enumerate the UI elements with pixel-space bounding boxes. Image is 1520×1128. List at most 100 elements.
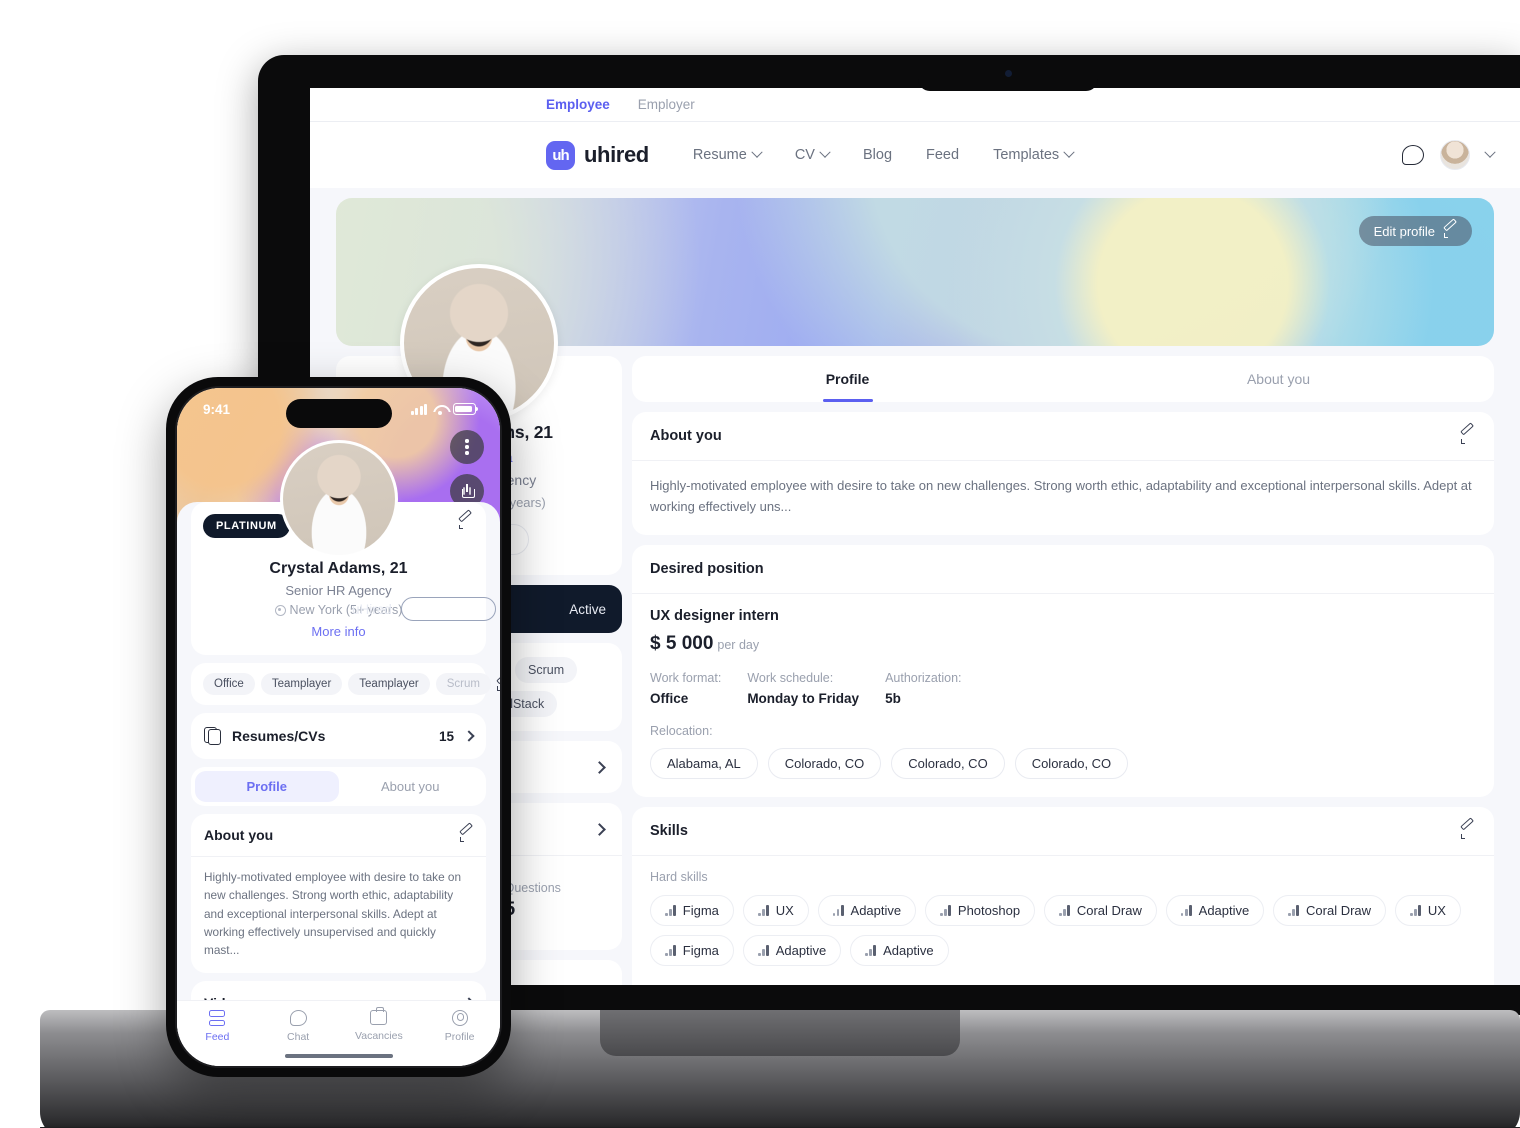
nav-templates[interactable]: Templates	[993, 146, 1075, 163]
audience-tab-employer[interactable]: Employer	[638, 97, 695, 112]
relocation-chip[interactable]: Alabama, AL	[650, 748, 758, 780]
mobile-tags-list: Office Teamplayer Teamplayer Scrum	[191, 663, 500, 705]
position-meta-grid: Work format: Office Work schedule: Monda…	[650, 671, 1476, 706]
edit-about-icon[interactable]	[1461, 429, 1476, 444]
bottom-nav-vacancies[interactable]: Vacancies	[339, 1006, 420, 1042]
position-pay-period: per day	[717, 638, 760, 653]
position-name: UX designer intern	[650, 608, 779, 625]
nav-blog[interactable]: Blog	[863, 147, 892, 163]
chevron-down-icon[interactable]	[1484, 146, 1496, 158]
mobile-resumes-row[interactable]: Resumes/CVs 15	[191, 713, 486, 759]
skill-chip[interactable]: Photoshop	[925, 895, 1036, 927]
relocation-label: Relocation:	[650, 724, 713, 739]
bottom-nav-feed[interactable]: Feed	[177, 1010, 258, 1043]
tab-profile[interactable]: Profile	[632, 356, 1063, 402]
location-pin-icon	[274, 604, 286, 616]
wifi-icon	[433, 404, 447, 415]
relocation-chip[interactable]: Colorado, CO	[891, 748, 1005, 780]
chat-icon	[289, 1010, 307, 1026]
nav-resume[interactable]: Resume	[693, 146, 763, 163]
mobile-about-text: Highly-motivated employee with desire to…	[204, 870, 462, 958]
nav-cv[interactable]: CV	[795, 146, 831, 163]
mobile-tab-about-you[interactable]: About you	[339, 771, 483, 802]
edit-profile-icon[interactable]	[459, 516, 472, 529]
audience-tab-employee[interactable]: Employee	[546, 97, 610, 112]
relocation-chip[interactable]: Colorado, CO	[767, 748, 882, 780]
more-options-button[interactable]	[450, 430, 484, 464]
skill-level-icon	[665, 945, 676, 957]
skill-chip[interactable]: Adaptive	[850, 935, 949, 967]
skill-chip[interactable]: UX	[742, 895, 809, 927]
video-questions-value: 5	[505, 899, 561, 921]
position-pay-value: $ 5 000	[650, 633, 714, 655]
edit-tags-icon[interactable]	[496, 678, 500, 691]
home-indicator	[284, 1053, 393, 1058]
nav-feed[interactable]: Feed	[926, 147, 959, 163]
tag-chip[interactable]: Office	[203, 673, 255, 695]
desired-position-body: UX designer intern $ 5 000 per day Work f…	[632, 593, 1494, 797]
relocation-chip[interactable]: Colorado, CO	[1014, 748, 1129, 780]
screenshot-stage: Employee Employer uh uhired Resume CV Bl…	[0, 0, 1520, 1128]
about-you-text: Highly-motivated employee with desire to…	[650, 478, 1472, 515]
mobile-about-card: About you Highly-motivated employee with…	[191, 814, 486, 974]
edit-about-icon[interactable]	[460, 829, 473, 842]
more-info-link[interactable]: More info	[205, 624, 472, 639]
skill-chip[interactable]: Adaptive	[1165, 895, 1265, 927]
about-you-header: About you	[632, 412, 1494, 460]
skill-chip[interactable]: Figma	[650, 895, 734, 927]
skill-chip[interactable]: UX	[1395, 895, 1461, 927]
video-questions-stat: Questions 5	[505, 881, 561, 921]
mobile-profile-role: Senior HR Agency	[285, 583, 392, 598]
mobile-about-header: About you	[191, 814, 486, 856]
skill-label: Coral Draw	[1076, 903, 1142, 919]
profile-icon	[451, 1010, 468, 1026]
skill-label: Photoshop	[957, 903, 1021, 919]
avatar[interactable]	[1440, 140, 1470, 170]
about-you-body: Highly-motivated employee with desire to…	[632, 460, 1494, 535]
work-schedule-field: Work schedule: Monday to Friday	[747, 671, 859, 706]
tab-about-you[interactable]: About you	[1063, 356, 1494, 402]
nav-links: Resume CV Blog Feed Templates	[693, 146, 1075, 163]
edit-skills-icon[interactable]	[1461, 824, 1476, 839]
edit-profile-label: Edit profile	[1373, 223, 1435, 239]
skill-chip[interactable]: Adaptive	[742, 935, 842, 967]
skill-level-icon	[1410, 905, 1421, 917]
tag-chip[interactable]: Teamplayer	[260, 673, 343, 695]
uhired-logo-icon: uh	[546, 140, 575, 170]
bottom-nav-profile[interactable]: Profile	[419, 1010, 500, 1043]
about-you-card: About you Highly-motivated employee with…	[632, 412, 1494, 536]
skills-title: Skills	[650, 823, 688, 840]
tag-chip[interactable]: Scrum	[435, 673, 491, 695]
chevron-right-icon	[463, 730, 475, 742]
skill-chip[interactable]: Figma	[650, 935, 734, 967]
skill-chip[interactable]: Adaptive	[817, 895, 917, 927]
mobile-resumes-card[interactable]: Resumes/CVs 15	[191, 713, 486, 759]
skill-chip[interactable]: Coral Draw	[1273, 895, 1387, 927]
mobile-resumes-title: Resumes/CVs	[232, 728, 326, 744]
status-indicators	[411, 403, 479, 415]
brand-logo[interactable]: uh uhired	[546, 140, 649, 170]
skill-chip[interactable]: Coral Draw	[1044, 895, 1157, 927]
work-format-label: Work format:	[650, 671, 722, 686]
mobile-profile-name: Crystal Adams, 21	[269, 560, 408, 577]
tag-chip[interactable]: Teamplayer	[348, 673, 430, 695]
skill-label: Coral Draw	[1306, 903, 1372, 919]
skill-level-icon	[1288, 905, 1300, 917]
mobile-tabs: Profile About you	[191, 767, 486, 806]
tag-chip[interactable]: Scrum	[515, 657, 578, 683]
position-pay: $ 5 000 per day	[650, 633, 1476, 655]
chat-icon[interactable]	[1402, 145, 1424, 165]
mobile-content-sheet: PLATINUM Crystal Adams, 21 Senior HR Age…	[177, 440, 500, 1066]
main-navbar: uh uhired Resume CV Blog Feed Templates	[310, 122, 1520, 188]
nav-blog-label: Blog	[862, 147, 893, 163]
nav-right-actions	[1402, 140, 1496, 170]
share-icon	[461, 484, 475, 498]
bottom-nav-chat[interactable]: Chat	[258, 1010, 339, 1043]
audience-switcher: Employee Employer	[310, 88, 1520, 122]
chevron-right-icon	[593, 760, 606, 774]
video-questions-label: Questions	[504, 881, 561, 895]
skill-label: Figma	[682, 903, 719, 919]
mobile-tab-profile[interactable]: Profile	[195, 771, 339, 802]
more-vertical-icon	[465, 439, 469, 455]
edit-profile-button[interactable]: Edit profile	[1358, 216, 1472, 246]
